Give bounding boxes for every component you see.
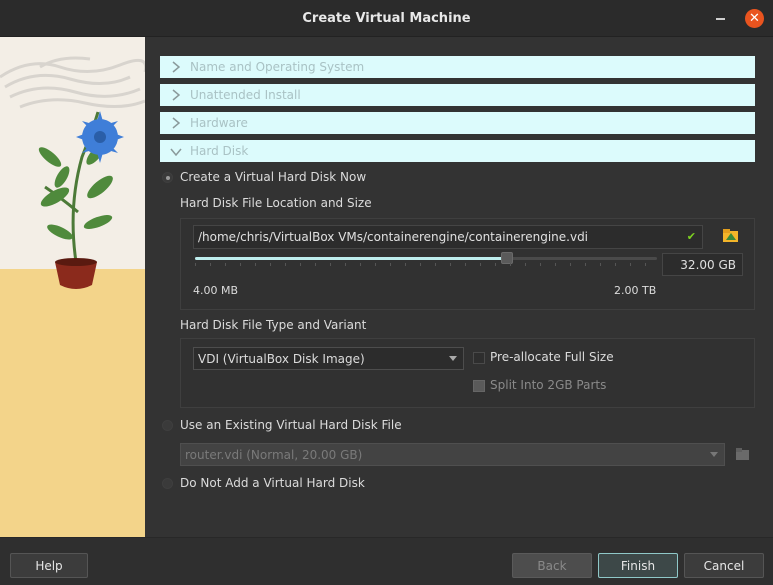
chevron-right-icon (160, 112, 190, 134)
disk-type-combo[interactable]: VDI (VirtualBox Disk Image) (193, 347, 464, 370)
file-path-value: /home/chris/VirtualBox VMs/containerengi… (198, 230, 589, 244)
chevron-down-icon (160, 140, 190, 162)
existing-disk-label[interactable]: Use an Existing Virtual Hard Disk File (180, 418, 402, 432)
button-bar: Help Back Finish Cancel (0, 537, 773, 585)
section-label: Hard Disk (190, 144, 249, 158)
close-button[interactable]: ✕ (745, 9, 764, 28)
size-slider-fill (195, 257, 509, 260)
location-size-title: Hard Disk File Location and Size (180, 196, 372, 210)
section-label: Name and Operating System (190, 60, 365, 74)
back-button[interactable]: Back (512, 553, 592, 578)
help-button[interactable]: Help (10, 553, 88, 578)
minimize-icon[interactable] (716, 18, 725, 20)
preallocate-label[interactable]: Pre-allocate Full Size (490, 350, 614, 364)
split-label[interactable]: Split Into 2GB Parts (490, 378, 606, 392)
chevron-down-icon (449, 356, 457, 361)
chevron-down-icon (710, 452, 718, 457)
section-unattended-install[interactable]: Unattended Install (160, 84, 755, 106)
preallocate-checkbox[interactable] (473, 352, 485, 364)
size-value: 32.00 GB (680, 257, 736, 272)
section-hard-disk[interactable]: Hard Disk (160, 140, 755, 162)
finish-button[interactable]: Finish (598, 553, 678, 578)
file-path-field[interactable]: /home/chris/VirtualBox VMs/containerengi… (193, 225, 703, 249)
folder-browse-disabled-icon[interactable] (735, 447, 751, 462)
chevron-right-icon (160, 56, 190, 78)
wizard-content: Name and Operating System Unattended Ins… (146, 37, 773, 537)
existing-disk-radio[interactable] (162, 420, 173, 431)
no-disk-radio[interactable] (162, 478, 173, 489)
location-size-group: /home/chris/VirtualBox VMs/containerengi… (180, 218, 755, 310)
create-disk-label[interactable]: Create a Virtual Hard Disk Now (180, 170, 366, 184)
wizard-illustration (0, 37, 145, 537)
section-label: Unattended Install (190, 88, 301, 102)
chevron-right-icon (160, 84, 190, 106)
split-checkbox[interactable] (473, 380, 485, 392)
title-bar: Create Virtual Machine ✕ (0, 0, 773, 37)
size-min-label: 4.00 MB (193, 284, 239, 297)
section-label: Hardware (190, 116, 248, 130)
window-title: Create Virtual Machine (302, 10, 471, 26)
existing-disk-selected: router.vdi (Normal, 20.00 GB) (185, 447, 363, 462)
size-max-label: 2.00 TB (614, 284, 657, 297)
type-variant-group: VDI (VirtualBox Disk Image) Pre-allocate… (180, 338, 755, 408)
section-hardware[interactable]: Hardware (160, 112, 755, 134)
cancel-button[interactable]: Cancel (684, 553, 764, 578)
size-input[interactable]: 32.00 GB (662, 253, 743, 276)
no-disk-label[interactable]: Do Not Add a Virtual Hard Disk (180, 476, 365, 490)
slider-ticks (195, 263, 657, 266)
folder-browse-icon[interactable] (722, 228, 740, 244)
valid-check-icon: ✔ (686, 230, 696, 243)
type-variant-title: Hard Disk File Type and Variant (180, 318, 367, 332)
section-name-os[interactable]: Name and Operating System (160, 56, 755, 78)
create-disk-radio[interactable] (162, 172, 173, 183)
disk-type-selected: VDI (VirtualBox Disk Image) (198, 351, 365, 366)
existing-disk-combo[interactable]: router.vdi (Normal, 20.00 GB) (180, 443, 725, 466)
